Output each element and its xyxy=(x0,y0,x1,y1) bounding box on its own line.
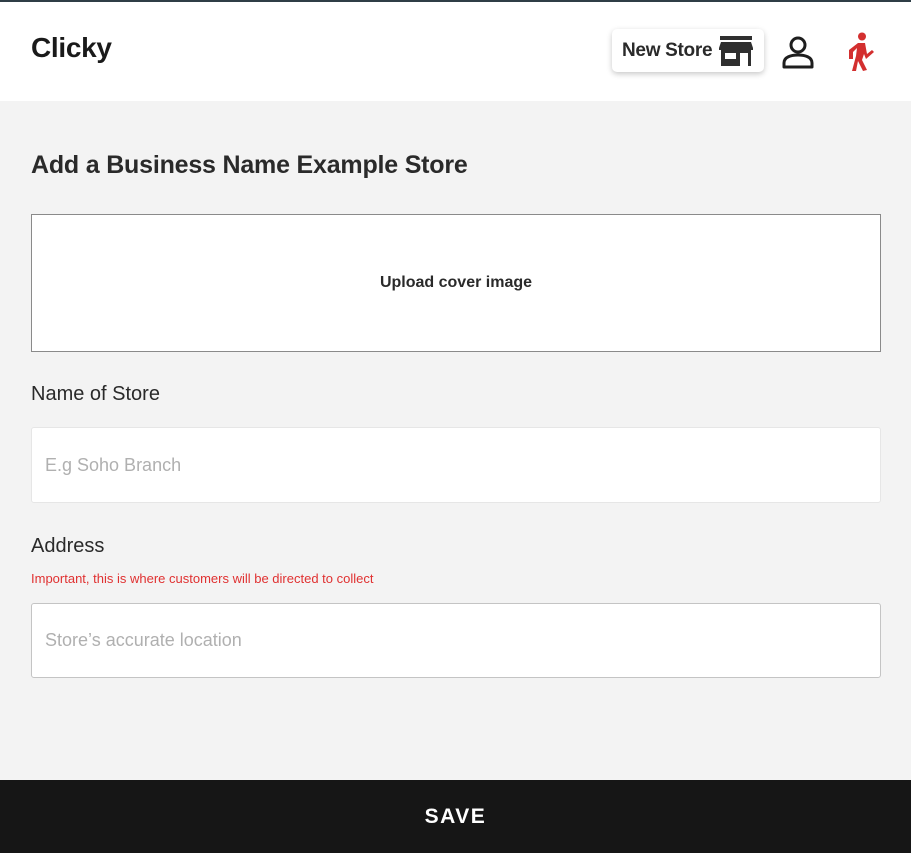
new-store-label: New Store xyxy=(622,39,713,61)
new-store-button[interactable]: New Store xyxy=(612,29,764,72)
upload-cover-image-area[interactable]: Upload cover image xyxy=(31,214,881,352)
main-content: Add a Business Name Example Store Upload… xyxy=(0,101,911,780)
brand-logo[interactable]: Clicky xyxy=(31,32,112,64)
address-hint: Important, this is where customers will … xyxy=(31,571,374,586)
store-icon xyxy=(719,36,753,66)
walking-person-icon[interactable] xyxy=(843,32,877,72)
store-name-input[interactable] xyxy=(31,427,881,503)
address-label: Address xyxy=(31,535,105,557)
app-header: Clicky New Store xyxy=(0,2,911,101)
store-name-label: Name of Store xyxy=(31,383,160,405)
upload-cover-label: Upload cover image xyxy=(379,274,533,291)
page-title: Add a Business Name Example Store xyxy=(31,151,468,179)
save-button-label: SAVE xyxy=(424,804,487,828)
save-button[interactable]: SAVE xyxy=(0,780,911,853)
user-icon[interactable] xyxy=(781,35,815,69)
address-input[interactable] xyxy=(31,603,881,678)
